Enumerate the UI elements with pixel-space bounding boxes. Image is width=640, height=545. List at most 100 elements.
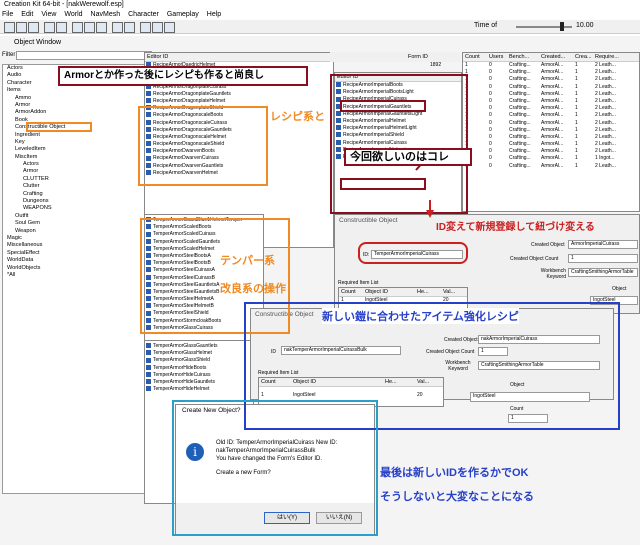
- tree-item[interactable]: Outfit: [3, 213, 151, 220]
- tree-item[interactable]: Dungeons: [3, 198, 151, 205]
- tree-item[interactable]: SpecialEffect: [3, 250, 151, 257]
- menu-item-5[interactable]: Character: [128, 11, 159, 18]
- table-cell: 0: [489, 148, 492, 155]
- table-row[interactable]: 10Crafting...ArmorAl...12 Leath...: [463, 91, 639, 98]
- table-row[interactable]: 10Crafting...ArmorAl...12 Leath...: [463, 112, 639, 119]
- move-icon[interactable]: [84, 22, 95, 33]
- list-item[interactable]: RecipeArmorDragonplateHelmet: [145, 98, 333, 105]
- recipe-icon: [146, 350, 151, 356]
- column-header[interactable]: Crea...: [573, 53, 593, 61]
- filter-input[interactable]: [16, 51, 152, 60]
- menu-item-7[interactable]: Help: [207, 11, 221, 18]
- menu-item-0[interactable]: File: [2, 11, 13, 18]
- light-icon[interactable]: [140, 22, 151, 33]
- list-item[interactable]: TemperArmorGlassHelmet: [145, 350, 253, 357]
- column-header[interactable]: Count: [463, 53, 487, 61]
- dialog1-workbench-select[interactable]: CraftingSmithingArmorTable: [568, 268, 638, 277]
- required-column[interactable]: Val...: [441, 288, 467, 296]
- tree-item[interactable]: WEAPONS: [3, 205, 151, 212]
- tree-item[interactable]: Ingredient: [3, 132, 151, 139]
- tree-item[interactable]: Items: [3, 87, 151, 94]
- column-header[interactable]: Users: [487, 53, 507, 61]
- list-item[interactable]: TemperArmorGlassShield: [145, 357, 253, 364]
- tree-item[interactable]: Clutter: [3, 183, 151, 190]
- list-item[interactable]: TemperArmorHideBoots: [145, 365, 253, 372]
- table-cell: ArmorAl...: [541, 112, 564, 119]
- tree-item[interactable]: Key: [3, 139, 151, 146]
- table-cell: 2 Leath...: [595, 126, 616, 133]
- tree-item[interactable]: ArmorAddon: [3, 109, 151, 116]
- table-cell: Crafting...: [509, 62, 531, 68]
- menu-item-3[interactable]: World: [64, 11, 82, 18]
- menu-item-2[interactable]: View: [41, 11, 56, 18]
- required-column[interactable]: He...: [415, 288, 441, 296]
- tree-item[interactable]: WorldData: [3, 257, 151, 264]
- table-row[interactable]: 10Crafting...ArmorAl...12 Leath...: [463, 134, 639, 141]
- tree-item[interactable]: Soul Gem: [3, 220, 151, 227]
- table-row[interactable]: 10Crafting...ArmorAl...12 Leath...: [463, 120, 639, 127]
- tree-item[interactable]: WorldObjects: [3, 265, 151, 272]
- redo-icon[interactable]: [56, 22, 67, 33]
- tree-item[interactable]: LeveledItem: [3, 146, 151, 153]
- rotate-icon[interactable]: [96, 22, 107, 33]
- tree-item[interactable]: Miscellaneous: [3, 242, 151, 249]
- grid-icon[interactable]: [112, 22, 123, 33]
- time-slider-thumb[interactable]: [560, 22, 564, 31]
- table-row[interactable]: 10Crafting...ArmorAl...12 Leath...: [463, 76, 639, 83]
- tree-item[interactable]: *All: [3, 272, 151, 279]
- table-cell: ArmorAl...: [541, 69, 564, 76]
- list-item[interactable]: TemperArmorGlassGauntlets: [145, 343, 253, 350]
- table-cell: Crafting...: [509, 83, 531, 90]
- table-row[interactable]: 10Crafting...ArmorAl...12 Leath...: [463, 127, 639, 134]
- table-row[interactable]: 10Crafting...ArmorAl...12 Leath...: [463, 148, 639, 155]
- table-row[interactable]: 10Crafting...ArmorAl...12 Leath...: [463, 98, 639, 105]
- list-item[interactable]: TemperArmorHideGauntlets: [145, 379, 253, 386]
- tree-item[interactable]: Ammo: [3, 95, 151, 102]
- dialog1-required-label: Required Item List: [338, 280, 379, 286]
- undo-icon[interactable]: [44, 22, 55, 33]
- menu-item-4[interactable]: NavMesh: [91, 11, 121, 18]
- save-icon[interactable]: [28, 22, 39, 33]
- table-row[interactable]: 10Crafting...ArmorAl...11 Ingot...: [463, 155, 639, 162]
- tree-item[interactable]: Magic: [3, 235, 151, 242]
- menu-item-1[interactable]: Edit: [21, 11, 33, 18]
- table-row[interactable]: 10Crafting...ArmorAl...12 Leath...: [463, 69, 639, 76]
- sky-icon[interactable]: [152, 22, 163, 33]
- column-header[interactable]: Created...: [539, 53, 573, 61]
- list-item[interactable]: TemperArmorHideHelmet: [145, 386, 253, 393]
- list-item[interactable]: RecipeArmorDragonplateGauntlets: [145, 91, 333, 98]
- table-cell: ArmorAl...: [541, 162, 564, 169]
- editor-id-column[interactable]: Editor ID: [145, 53, 168, 61]
- table-cell: ArmorAl...: [541, 105, 564, 112]
- tree-item[interactable]: MiscItem: [3, 154, 151, 161]
- tree-item[interactable]: Armor: [3, 168, 151, 175]
- water-icon[interactable]: [164, 22, 175, 33]
- tree-item[interactable]: Armor: [3, 102, 151, 109]
- menu-item-6[interactable]: Gameplay: [167, 11, 199, 18]
- new-icon[interactable]: [4, 22, 15, 33]
- table-row[interactable]: 10Crafting...ArmorAl...12 Leath...: [463, 141, 639, 148]
- select-icon[interactable]: [72, 22, 83, 33]
- tree-item[interactable]: Actors: [3, 161, 151, 168]
- object-list-columns[interactable]: Count Users Bench... Created... Crea... Requi…: [462, 52, 640, 212]
- tree-item[interactable]: Weapon: [3, 228, 151, 235]
- table-cell: ArmorAl...: [541, 97, 564, 104]
- dialog1-created-count-input[interactable]: 1: [568, 254, 638, 263]
- column-header[interactable]: Bench...: [507, 53, 539, 61]
- required-column[interactable]: Count: [339, 288, 363, 296]
- required-column[interactable]: Object ID: [363, 288, 415, 296]
- open-icon[interactable]: [16, 22, 27, 33]
- table-cell: 0: [489, 69, 492, 76]
- table-row[interactable]: 10Crafting...ArmorAl...12 Leath...: [463, 84, 639, 91]
- camera-icon[interactable]: [124, 22, 135, 33]
- column-header[interactable]: Require...: [593, 53, 631, 61]
- dialog1-created-object-select[interactable]: ArmorImperialCuirass: [568, 240, 638, 249]
- tree-item[interactable]: Crafting: [3, 191, 151, 198]
- list-item[interactable]: TemperArmorHideCuirass: [145, 372, 253, 379]
- table-row[interactable]: 10Crafting...ArmorAl...12 Leath...: [463, 163, 639, 170]
- table-row[interactable]: 10Crafting...ArmorAl...12 Leath...: [463, 105, 639, 112]
- table-cell: ArmorAl...: [541, 155, 564, 162]
- tree-item[interactable]: CLUTTER: [3, 176, 151, 183]
- table-row[interactable]: 10Crafting...ArmorAl...12 Leath...: [463, 62, 639, 69]
- table-cell: Crafting...: [509, 112, 531, 119]
